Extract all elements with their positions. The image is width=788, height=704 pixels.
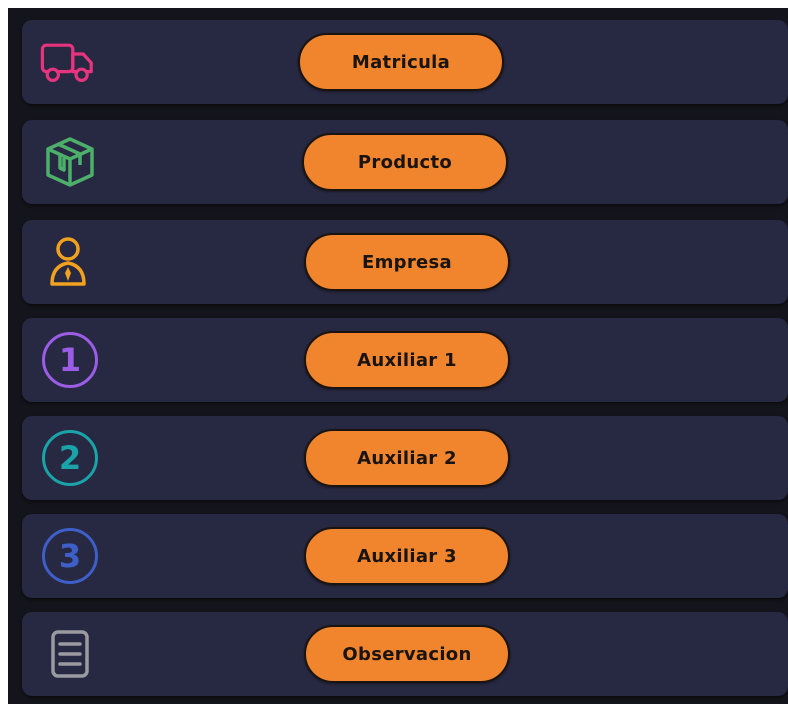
row-observacion: Observacion (22, 612, 788, 696)
row-producto: Producto (22, 120, 788, 204)
row-empresa: Empresa (22, 220, 788, 304)
number-2-circle-icon: 2 (42, 430, 98, 486)
auxiliar-3-button[interactable]: Auxiliar 3 (304, 527, 510, 585)
row-auxiliar-2: 2 Auxiliar 2 (22, 416, 788, 500)
box-icon (42, 134, 98, 190)
document-lines-icon (42, 626, 98, 682)
number-3-text: 3 (42, 528, 98, 584)
business-person-icon (40, 234, 96, 290)
producto-button[interactable]: Producto (302, 133, 508, 191)
row-matricula: Matricula (22, 20, 788, 104)
row-auxiliar-1: 1 Auxiliar 1 (22, 318, 788, 402)
field-selector-panel: Matricula Producto Empresa 1 Auxiliar 1 … (8, 8, 788, 704)
number-1-text: 1 (42, 332, 98, 388)
auxiliar-2-button[interactable]: Auxiliar 2 (304, 429, 510, 487)
matricula-button[interactable]: Matricula (298, 33, 504, 91)
number-3-circle-icon: 3 (42, 528, 98, 584)
number-2-text: 2 (42, 430, 98, 486)
row-auxiliar-3: 3 Auxiliar 3 (22, 514, 788, 598)
empresa-button[interactable]: Empresa (304, 233, 510, 291)
observacion-button[interactable]: Observacion (304, 625, 510, 683)
auxiliar-1-button[interactable]: Auxiliar 1 (304, 331, 510, 389)
truck-icon (40, 34, 96, 90)
number-1-circle-icon: 1 (42, 332, 98, 388)
